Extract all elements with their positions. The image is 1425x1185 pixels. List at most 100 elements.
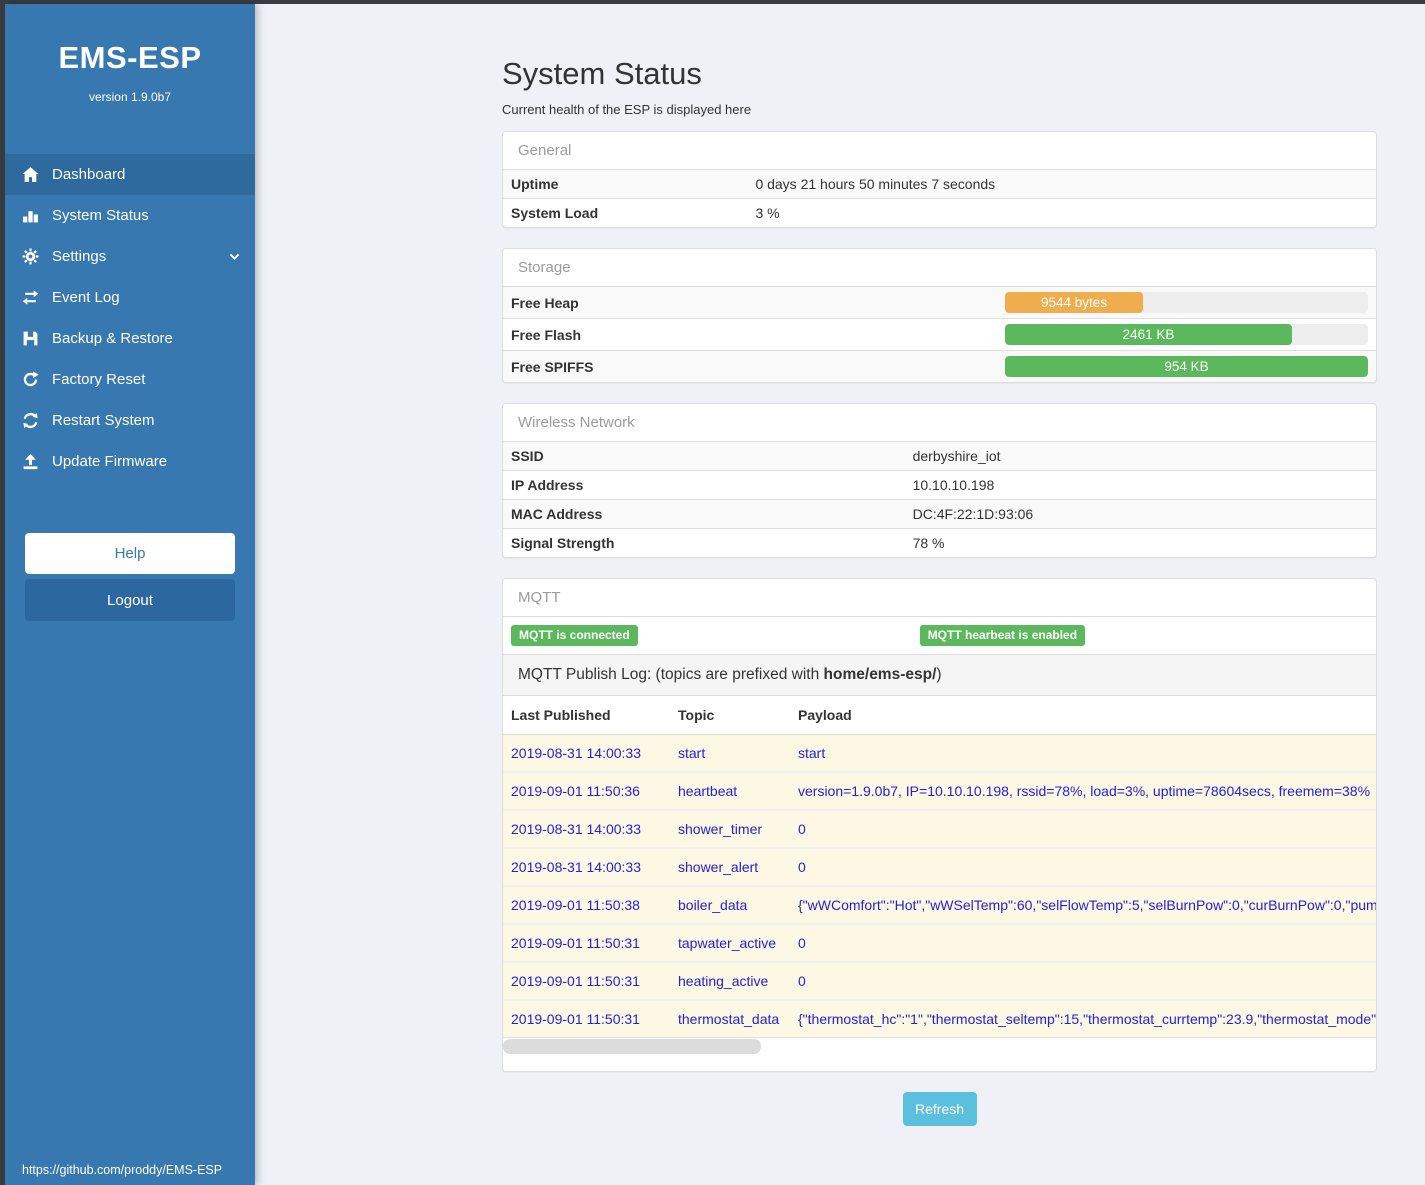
topic-cell: heating_active [670,962,790,1000]
column-header: Payload [790,696,1376,735]
sidebar-item-event-log[interactable]: Event Log [5,277,255,318]
exchange-icon [22,289,39,306]
main-content: System Status Current health of the ESP … [255,4,1425,1185]
logout-button[interactable]: Logout [25,579,235,621]
topic-cell: boiler_data [670,886,790,924]
mqtt-panel: MQTT MQTT is connectedMQTT hearbeat is e… [502,578,1377,1072]
scrollbar-thumb[interactable] [503,1039,761,1054]
table-row: Uptime0 days 21 hours 50 minutes 7 secon… [503,170,1376,199]
gear-icon [22,248,39,265]
panel-bottom-spacer [503,1055,1376,1071]
mqtt-log-title-text: MQTT Publish Log: (topics are prefixed w… [518,666,824,683]
progress-bar: 954 KB [1005,356,1368,377]
app-version: version 1.9.0b7 [5,90,255,104]
mqtt-log-row: 2019-09-01 11:50:31thermostat_data{"ther… [503,1000,1376,1037]
sidebar-item-backup-restore[interactable]: Backup & Restore [5,318,255,359]
row-label: System Load [503,199,747,228]
published-cell: 2019-09-01 11:50:31 [503,1000,670,1037]
payload-cell: version=1.9.0b7, IP=10.10.10.198, rssid=… [790,772,1376,810]
sidebar-item-label: Restart System [52,412,155,429]
refresh-button[interactable]: Refresh [903,1092,977,1126]
table-row: Free Flash 2461 KB [503,319,1376,351]
table-row: Free Heap 9544 bytes [503,287,1376,319]
browser-frame: EMS-ESP version 1.9.0b7 Dashboard System … [5,4,1425,1185]
github-link[interactable]: https://github.com/proddy/EMS-ESP [22,1163,222,1177]
sidebar-item-label: Event Log [52,289,120,306]
mqtt-log-title-suffix: ) [936,666,941,683]
row-value: 10.10.10.198 [905,471,1376,500]
sidebar-item-label: Dashboard [52,166,125,183]
table-row: IP Address10.10.10.198 [503,471,1376,500]
topic-cell: shower_alert [670,848,790,886]
progress-fill: 9544 bytes [1005,292,1143,313]
row-label: Free Flash [503,319,997,351]
payload-cell: 0 [790,848,1376,886]
help-button[interactable]: Help [25,533,235,574]
payload-cell: 0 [790,962,1376,1000]
wireless-panel-title: Wireless Network [503,404,1376,442]
published-cell: 2019-09-01 11:50:31 [503,924,670,962]
topic-cell: thermostat_data [670,1000,790,1037]
mqtt-log-row: 2019-09-01 11:50:36heartbeatversion=1.9.… [503,772,1376,810]
sidebar-item-factory-reset[interactable]: Factory Reset [5,359,255,400]
progress-fill: 954 KB [1005,356,1368,377]
mqtt-log-row: 2019-09-01 11:50:38boiler_data{"wWComfor… [503,886,1376,924]
progress-bar: 9544 bytes [1005,292,1368,313]
row-label: Free Heap [503,287,997,319]
table-row: System Load3 % [503,199,1376,228]
sidebar-item-label: System Status [52,207,149,224]
sidebar-item-system-status[interactable]: System Status [5,195,255,236]
mqtt-log-row: 2019-09-01 11:50:31tapwater_active0 [503,924,1376,962]
topic-cell: start [670,735,790,773]
sidebar-item-label: Settings [52,248,106,265]
column-header: Topic [670,696,790,735]
topic-cell: shower_timer [670,810,790,848]
row-value: DC:4F:22:1D:93:06 [905,500,1376,529]
published-cell: 2019-08-31 14:00:33 [503,848,670,886]
sidebar: EMS-ESP version 1.9.0b7 Dashboard System … [5,4,255,1185]
row-label: Signal Strength [503,529,905,558]
column-header: Last Published [503,696,670,735]
rotate-right-icon [22,371,39,388]
published-cell: 2019-08-31 14:00:33 [503,810,670,848]
table-row: MAC AddressDC:4F:22:1D:93:06 [503,500,1376,529]
app-title: EMS-ESP [5,40,255,76]
mqtt-publish-log-title: MQTT Publish Log: (topics are prefixed w… [503,654,1376,696]
payload-cell: 0 [790,810,1376,848]
row-value: 2461 KB [997,319,1376,351]
sidebar-item-label: Factory Reset [52,371,145,388]
row-label: Uptime [503,170,747,199]
mqtt-topic-prefix: home/ems-esp/ [824,666,937,683]
sidebar-item-restart-system[interactable]: Restart System [5,400,255,441]
refresh-icon [22,412,39,429]
progress-bar: 2461 KB [1005,324,1368,345]
storage-panel: Storage Free Heap 9544 bytes Free Flash 246… [502,248,1377,383]
row-value: 3 % [747,199,1376,228]
row-label: SSID [503,442,905,471]
table-row: SSIDderbyshire_iot [503,442,1376,471]
sidebar-item-settings[interactable]: Settings [5,236,255,277]
mqtt-log-row: 2019-08-31 14:00:33shower_alert0 [503,848,1376,886]
sidebar-item-dashboard[interactable]: Dashboard [5,154,255,195]
mqtt-panel-title: MQTT [503,579,1376,617]
mqtt-log-row: 2019-09-01 11:50:31heating_active0 [503,962,1376,1000]
storage-panel-title: Storage [503,249,1376,287]
status-badge: MQTT hearbeat is enabled [920,625,1085,646]
published-cell: 2019-08-31 14:00:33 [503,735,670,773]
horizontal-scrollbar[interactable] [503,1038,1376,1055]
sidebar-item-label: Update Firmware [52,453,167,470]
published-cell: 2019-09-01 11:50:38 [503,886,670,924]
upload-icon [22,453,39,470]
sidebar-item-label: Backup & Restore [52,330,173,347]
row-label: MAC Address [503,500,905,529]
sidebar-nav: Dashboard System Status Settings Event Log B… [5,154,255,482]
payload-cell: {"thermostat_hc":"1","thermostat_seltemp… [790,1000,1376,1037]
sidebar-item-update-firmware[interactable]: Update Firmware [5,441,255,482]
chevron-down-icon [228,250,241,267]
mqtt-log-row: 2019-08-31 14:00:33startstart [503,735,1376,773]
row-value: 78 % [905,529,1376,558]
payload-cell: start [790,735,1376,773]
row-value: 9544 bytes [997,287,1376,319]
row-label: IP Address [503,471,905,500]
general-panel-title: General [503,132,1376,170]
